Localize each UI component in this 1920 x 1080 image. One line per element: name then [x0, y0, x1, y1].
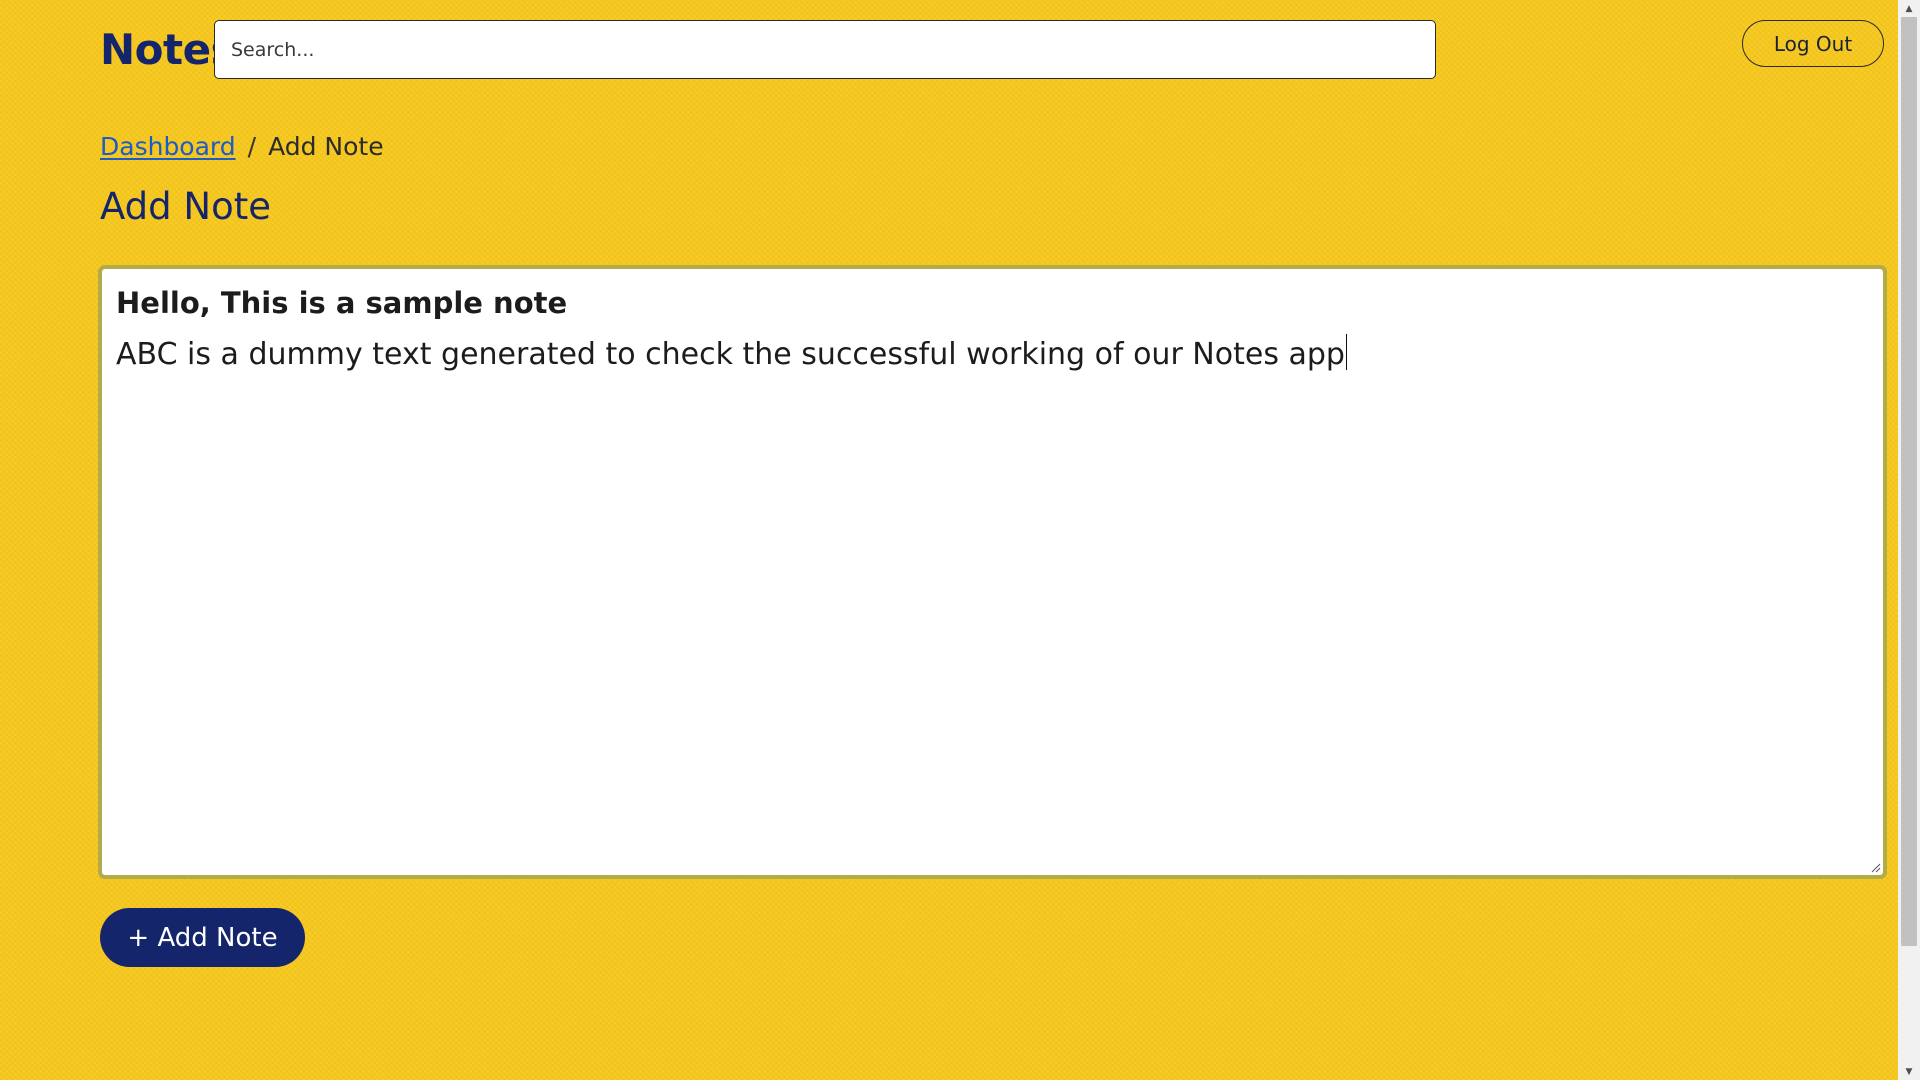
- note-editor[interactable]: Hello, This is a sample note ABC is a du…: [98, 265, 1887, 879]
- breadcrumb-current: Add Note: [268, 132, 384, 161]
- scrollbar-thumb[interactable]: [1901, 17, 1917, 946]
- resize-grip-icon[interactable]: [1869, 861, 1881, 873]
- chevron-down-icon[interactable]: ▼: [1898, 1063, 1920, 1080]
- chevron-up-icon[interactable]: ▲: [1898, 0, 1920, 17]
- add-note-button[interactable]: + Add Note: [100, 908, 305, 967]
- note-body-line[interactable]: ABC is a dummy text generated to check t…: [116, 333, 1869, 377]
- note-body-text: ABC is a dummy text generated to check t…: [116, 337, 1345, 372]
- page-title: Add Note: [100, 185, 271, 228]
- note-title[interactable]: Hello, This is a sample note: [116, 283, 1869, 323]
- text-caret: [1345, 334, 1348, 370]
- search-input[interactable]: [214, 20, 1436, 79]
- vertical-scrollbar[interactable]: ▲ ▼: [1898, 0, 1920, 1080]
- top-bar: Notes Log Out: [0, 0, 1898, 100]
- breadcrumb: Dashboard / Add Note: [100, 130, 384, 164]
- breadcrumb-separator: /: [247, 132, 257, 161]
- logout-button[interactable]: Log Out: [1742, 20, 1884, 67]
- breadcrumb-dashboard-link[interactable]: Dashboard: [100, 130, 236, 164]
